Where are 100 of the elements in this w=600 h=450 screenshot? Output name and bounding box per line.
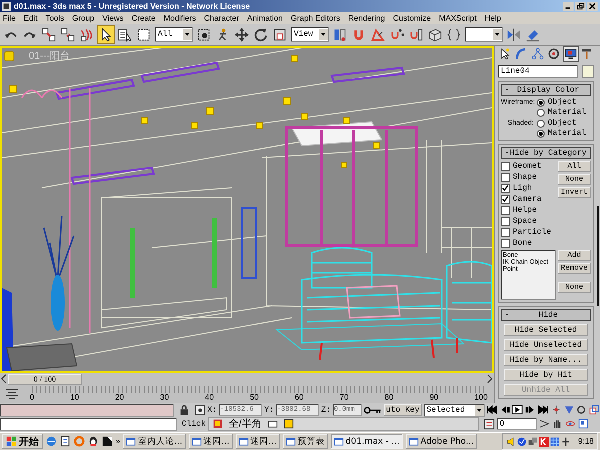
close-icon[interactable] <box>587 2 598 10</box>
radio-button[interactable] <box>537 108 545 116</box>
plug-icon[interactable] <box>561 436 572 446</box>
script-listener-field[interactable] <box>0 404 174 416</box>
panel-button[interactable]: Hide Selected <box>504 324 588 336</box>
checkbox[interactable] <box>501 216 510 226</box>
start-button[interactable]: 开始 <box>2 434 43 449</box>
link-icon[interactable] <box>41 26 57 43</box>
command-field[interactable] <box>0 418 177 430</box>
key-icon[interactable] <box>364 406 382 414</box>
radio-button[interactable] <box>537 98 545 106</box>
auto-key-button[interactable]: uto Key <box>384 404 422 416</box>
maximize-viewport-icon[interactable] <box>578 419 590 429</box>
ime-logo-icon[interactable] <box>213 419 224 429</box>
taskbar-button[interactable]: 预算表 <box>282 434 328 449</box>
windows-icon[interactable] <box>589 405 600 415</box>
go-to-end-icon[interactable] <box>538 405 549 415</box>
coordinate-label: X: <box>208 406 218 414</box>
menu-item[interactable]: Views <box>102 14 124 22</box>
network-icon[interactable] <box>528 436 538 446</box>
next-frame-icon[interactable] <box>525 405 536 415</box>
checkbox[interactable] <box>501 194 510 204</box>
desktop-icon[interactable] <box>102 436 113 447</box>
dropdown[interactable]: View <box>291 27 329 42</box>
browser-icon[interactable] <box>46 436 57 447</box>
dropdown[interactable] <box>465 27 503 42</box>
go-to-start-icon[interactable] <box>486 405 498 415</box>
restore-icon[interactable] <box>575 2 586 10</box>
more-chevron[interactable]: » <box>116 437 120 446</box>
rollout-header[interactable]: - Hide <box>501 309 591 321</box>
menu-item[interactable]: Help <box>484 14 502 22</box>
panel-button[interactable]: Hide by Name... <box>504 354 588 366</box>
field-of-view-icon[interactable] <box>539 419 550 429</box>
rollout-header[interactable]: -Hide by Category <box>501 147 591 159</box>
panel-button[interactable]: Hide by Hit <box>504 369 588 381</box>
zoom-icon[interactable] <box>550 405 562 415</box>
rotate-icon[interactable] <box>253 26 269 43</box>
rollout-header[interactable]: - Display Color <box>501 84 591 96</box>
penguin-icon[interactable] <box>88 436 99 447</box>
lock-icon[interactable] <box>178 404 190 416</box>
hand-icon[interactable] <box>552 419 564 429</box>
orbit-icon[interactable] <box>576 405 588 415</box>
help-icon[interactable] <box>284 419 294 429</box>
checkbox[interactable] <box>501 238 510 248</box>
mirror-icon[interactable] <box>506 26 522 43</box>
app-icon <box>2 2 11 10</box>
radio-button[interactable] <box>537 120 545 128</box>
unlink-icon[interactable] <box>60 26 76 43</box>
ime-text[interactable]: 全/半角 <box>229 417 262 431</box>
taskbar-button[interactable]: 迷园... <box>236 434 280 449</box>
checkbox[interactable] <box>501 184 510 192</box>
taskbar-button[interactable]: Adobe Pho... <box>406 434 478 449</box>
menu-item[interactable]: MAXScript <box>439 14 477 22</box>
cursor-icon[interactable] <box>98 26 114 43</box>
checkbox[interactable] <box>501 162 510 170</box>
minimize-icon[interactable] <box>563 2 574 10</box>
menu-item[interactable]: Graph Editors <box>290 14 340 22</box>
speaker-icon[interactable] <box>506 436 516 446</box>
panel-tab[interactable] <box>547 47 562 61</box>
taskbar-button[interactable]: 迷园... <box>188 434 233 449</box>
menu-item[interactable]: Modifiers <box>164 14 196 22</box>
absolute-mode-icon[interactable] <box>194 404 206 416</box>
time-slider-thumb[interactable]: 0 / 100 <box>8 374 82 384</box>
menu-item[interactable]: Create <box>132 14 156 22</box>
panel-tab[interactable] <box>580 47 594 61</box>
menu-item[interactable]: File <box>3 14 16 22</box>
panel-tab[interactable] <box>564 47 578 61</box>
arc-rotate-icon[interactable] <box>565 419 576 429</box>
menu-item[interactable]: Tools <box>46 14 64 22</box>
keyboard-icon[interactable] <box>268 419 278 429</box>
window-icon <box>192 436 202 446</box>
taskbar-button[interactable]: d01.max - ... <box>330 434 403 449</box>
previous-frame-icon[interactable] <box>500 405 510 415</box>
shield-icon[interactable] <box>517 436 528 446</box>
play-icon[interactable] <box>512 405 524 415</box>
key-filter-dropdown[interactable]: Selected <box>424 404 485 416</box>
menu-item[interactable]: Rendering <box>348 14 386 22</box>
document-icon[interactable] <box>60 436 71 447</box>
dropdown[interactable]: All <box>155 27 193 42</box>
menu-item[interactable]: Edit <box>24 14 38 22</box>
menu-item[interactable]: Group <box>72 14 95 22</box>
radio-button[interactable] <box>537 130 545 138</box>
letter-k-icon[interactable] <box>539 436 550 446</box>
frame-field[interactable]: 0 <box>497 418 538 430</box>
filter-icon[interactable] <box>4 388 20 400</box>
taskbar-button[interactable]: 室内人论... <box>123 434 186 449</box>
checkbox[interactable] <box>501 172 510 182</box>
object-name-field[interactable]: Line04 <box>498 65 578 78</box>
panel-button[interactable]: Hide Unselected <box>504 339 588 351</box>
move-icon[interactable] <box>234 26 250 43</box>
menu-item[interactable]: Animation <box>247 14 283 22</box>
clock: 9:18 <box>578 437 594 446</box>
color-swatch[interactable] <box>582 65 594 78</box>
time-config-icon[interactable] <box>484 418 496 430</box>
checkbox[interactable] <box>501 206 510 214</box>
menu-item[interactable]: Customize <box>393 14 432 22</box>
checkbox-label: Ligh <box>513 184 532 192</box>
menu-item[interactable]: Character <box>204 14 240 22</box>
scrollbar[interactable] <box>597 206 599 306</box>
checkbox[interactable] <box>501 228 510 236</box>
